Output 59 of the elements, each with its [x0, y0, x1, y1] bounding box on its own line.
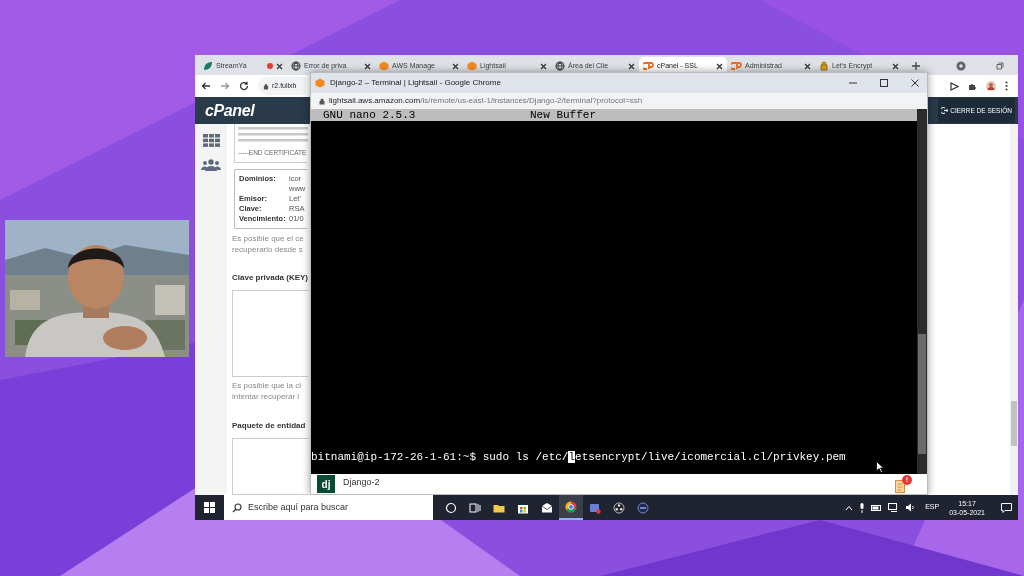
microphone-icon[interactable]: [859, 502, 866, 513]
windows-icon[interactable]: [204, 502, 215, 513]
django-logo: dj: [317, 475, 335, 493]
close-icon[interactable]: [364, 62, 371, 70]
leaf-icon: [203, 61, 213, 71]
logout-icon: [941, 107, 949, 114]
close-icon[interactable]: [540, 62, 547, 70]
field-label: Paquete de entidad: [232, 420, 307, 433]
help-text: Es posible que la cl: [232, 380, 302, 392]
battery-icon[interactable]: [871, 503, 883, 512]
scrollbar-thumb[interactable]: [918, 334, 926, 454]
speaker-icon[interactable]: [905, 503, 916, 512]
globe-icon: [555, 61, 565, 71]
close-icon[interactable]: [804, 62, 811, 70]
play-icon[interactable]: [950, 81, 959, 91]
clipboard-icon: [895, 479, 905, 493]
globe-icon: [291, 61, 301, 71]
minimize-icon[interactable]: [849, 79, 857, 87]
avatar-icon[interactable]: [986, 81, 996, 91]
chevron-up-icon[interactable]: [845, 503, 854, 512]
users-icon[interactable]: [201, 159, 221, 171]
help-text: recuperarlo desde s: [232, 243, 304, 255]
close-icon[interactable]: [892, 62, 899, 70]
close-icon[interactable]: [628, 62, 635, 70]
search-field[interactable]: Escribe aquí para buscar: [224, 495, 433, 520]
nano-version: GNU nano 2.5.3: [323, 107, 417, 123]
menu-icon[interactable]: [1005, 81, 1008, 91]
reload-icon[interactable]: [239, 81, 249, 91]
puzzle-icon[interactable]: [968, 81, 977, 91]
close-icon[interactable]: [276, 62, 283, 70]
help-text: Es posible que el ce: [232, 232, 305, 244]
restore-icon[interactable]: [996, 62, 1004, 70]
chrome-icon[interactable]: [559, 495, 583, 520]
grid-icon[interactable]: [202, 134, 220, 147]
field-label: Clave privada (KEY): [232, 271, 310, 284]
cpanel-icon: [643, 61, 654, 71]
buffer-name: New Buffer: [530, 107, 596, 123]
close-icon[interactable]: [716, 62, 723, 70]
padlock-icon: [263, 82, 269, 90]
scrollbar-thumb[interactable]: [1011, 401, 1017, 446]
maximize-icon[interactable]: [880, 79, 888, 87]
record-icon[interactable]: [956, 61, 966, 71]
instance-name: Django-2: [343, 476, 380, 489]
private-key-field[interactable]: [232, 289, 308, 378]
notification-icon[interactable]: [1001, 502, 1012, 513]
network-icon[interactable]: [888, 503, 900, 512]
back-icon[interactable]: [201, 81, 211, 91]
cpanel-icon: [731, 61, 742, 71]
help-text: intentar recuperar l: [232, 391, 301, 403]
cpanel-logo: cPanel: [205, 100, 255, 121]
close-icon[interactable]: [452, 62, 459, 70]
url-text: lightsail.aws.amazon.com/ls/remote/us-east-1/instances/Django-2/terminal?protocol=ssh: [329, 95, 643, 107]
window-title: Django-2 – Terminal | Lightsail - Google Chrome: [330, 77, 501, 89]
close-icon[interactable]: [911, 79, 919, 87]
cube-icon: [315, 78, 325, 88]
padlock-icon: [319, 97, 325, 105]
plus-icon[interactable]: [911, 61, 921, 71]
search-icon: [232, 502, 242, 513]
padlock-icon: [819, 61, 829, 71]
